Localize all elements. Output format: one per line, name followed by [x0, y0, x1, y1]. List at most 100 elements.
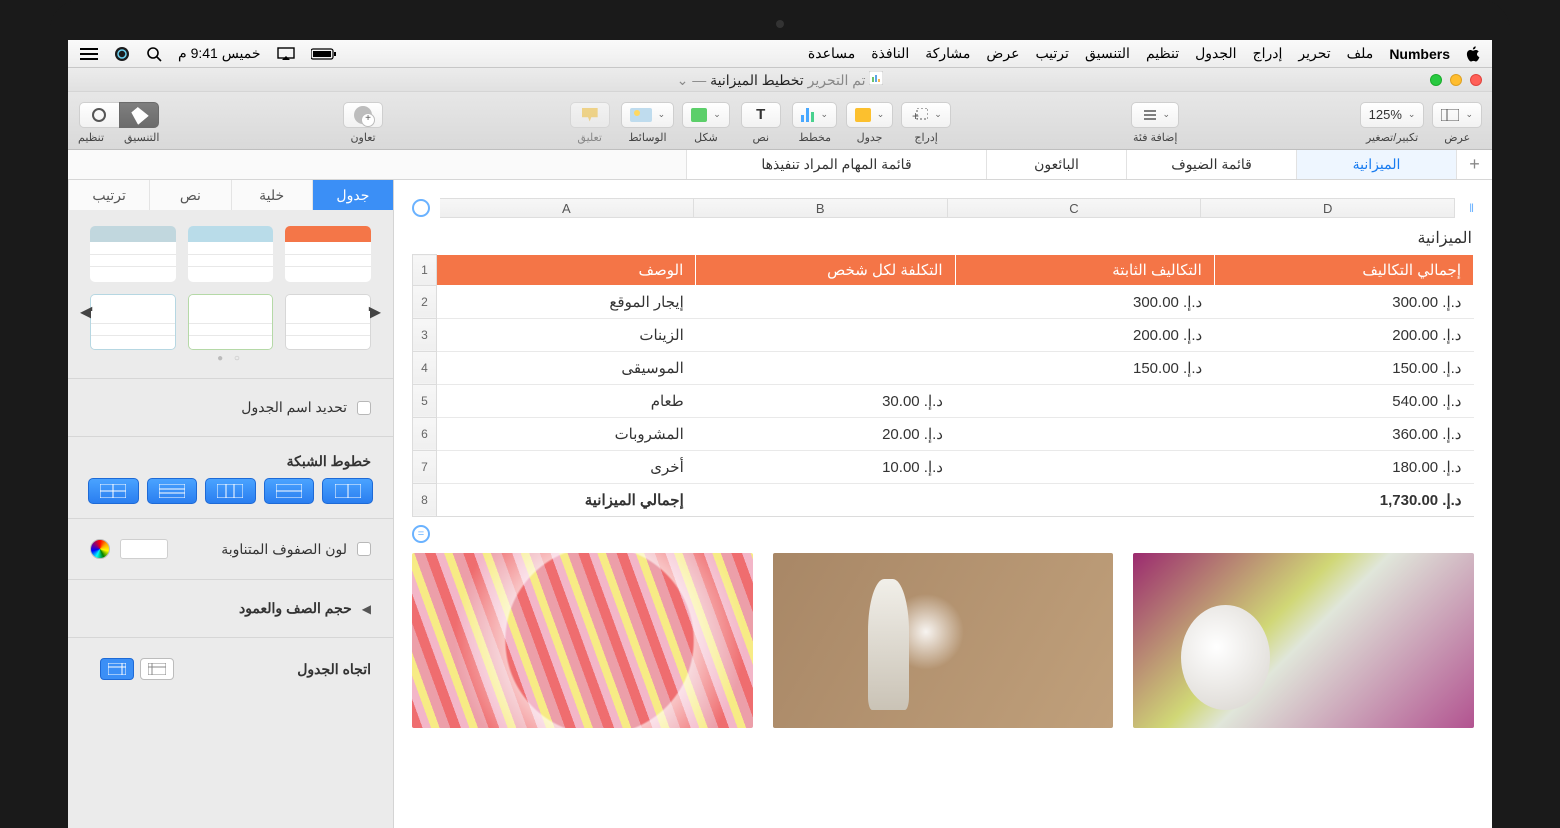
row-number[interactable]: 5 — [413, 384, 437, 417]
cell[interactable] — [696, 285, 955, 318]
menu-arrange[interactable]: ترتيب — [1035, 45, 1069, 62]
menu-share[interactable]: مشاركة — [925, 45, 970, 62]
menu-edit[interactable]: تحرير — [1298, 45, 1330, 62]
cell[interactable]: د.إ.‏ 300.00 — [955, 285, 1214, 318]
image-placeholder[interactable] — [412, 553, 753, 728]
sheet-tab[interactable]: قائمة المهام المراد تنفيذها — [686, 150, 986, 179]
add-column-handle[interactable]: ‖ — [1469, 201, 1474, 215]
table-style-swatch[interactable] — [285, 226, 371, 282]
sheet-tab[interactable]: البائعون — [986, 150, 1126, 179]
row-number[interactable]: 1 — [413, 255, 437, 286]
sheet-tab-active[interactable]: الميزانية — [1296, 150, 1456, 179]
cell[interactable]: د.إ.‏ 150.00 — [955, 351, 1214, 384]
sidebar-menu-icon[interactable] — [80, 48, 98, 60]
menu-window[interactable]: النافذة — [871, 45, 909, 62]
spotlight-icon[interactable] — [146, 46, 162, 62]
image-placeholder[interactable] — [773, 553, 1114, 728]
siri-icon[interactable] — [114, 46, 130, 62]
cell[interactable]: د.إ.‏ 540.00 — [1214, 384, 1473, 417]
table-style-swatch[interactable] — [285, 294, 371, 350]
minimize-button[interactable] — [1450, 74, 1462, 86]
col-header[interactable]: إجمالي التكاليف — [1214, 255, 1473, 286]
gridlines-seg[interactable] — [264, 478, 315, 504]
sheet-tab[interactable]: قائمة الضيوف — [1126, 150, 1296, 179]
battery-icon[interactable] — [311, 48, 337, 60]
gridlines-seg[interactable] — [88, 478, 139, 504]
comment-button[interactable] — [570, 102, 610, 128]
cell[interactable] — [955, 450, 1214, 483]
inspector-tab-arrange[interactable]: ترتيب — [68, 180, 149, 210]
airplay-icon[interactable] — [277, 47, 295, 61]
collab-button[interactable] — [343, 102, 383, 128]
apple-logo-icon[interactable] — [1466, 46, 1480, 62]
text-button[interactable]: T — [741, 102, 781, 128]
cell[interactable]: الزينات — [437, 318, 696, 351]
table-style-swatch[interactable] — [90, 294, 176, 350]
alt-row-color-checkbox[interactable] — [357, 542, 371, 556]
zoom-button[interactable]: 125%⌄ — [1360, 102, 1425, 128]
menu-insert[interactable]: إدراج — [1253, 45, 1283, 62]
canvas[interactable]: A B C D ‖ الميزانية 1 الوصف التكلفة لكل … — [394, 180, 1492, 828]
cell[interactable] — [696, 483, 955, 516]
menu-format[interactable]: التنسيق — [1085, 45, 1130, 62]
cell[interactable]: المشروبات — [437, 417, 696, 450]
menu-help[interactable]: مساعدة — [808, 45, 855, 62]
shape-button[interactable]: ⌄ — [682, 102, 730, 128]
cell[interactable] — [696, 351, 955, 384]
menu-file[interactable]: ملف — [1347, 45, 1374, 62]
cell[interactable]: د.إ.‏ 30.00 — [696, 384, 955, 417]
budget-table[interactable]: 1 الوصف التكلفة لكل شخص التكاليف الثابتة… — [412, 254, 1474, 517]
column-header[interactable]: B — [694, 198, 948, 218]
table-style-swatch[interactable] — [90, 226, 176, 282]
add-sheet-button[interactable]: + — [1456, 150, 1492, 179]
table-style-swatch[interactable] — [188, 294, 274, 350]
maximize-button[interactable] — [1430, 74, 1442, 86]
app-name[interactable]: Numbers — [1389, 46, 1450, 62]
row-number[interactable]: 3 — [413, 318, 437, 351]
row-number[interactable]: 7 — [413, 450, 437, 483]
cell[interactable]: الموسيقى — [437, 351, 696, 384]
col-header[interactable]: الوصف — [437, 255, 696, 286]
col-header[interactable]: التكلفة لكل شخص — [696, 255, 955, 286]
row-number[interactable]: 6 — [413, 417, 437, 450]
menu-table[interactable]: الجدول — [1195, 45, 1236, 62]
menu-view[interactable]: عرض — [986, 45, 1019, 62]
alt-row-color-well[interactable] — [120, 539, 168, 559]
table-origin-handle[interactable] — [412, 199, 430, 217]
cell[interactable] — [955, 384, 1214, 417]
column-header[interactable]: A — [440, 198, 694, 218]
inspector-tab-cell[interactable]: خلية — [231, 180, 312, 210]
close-button[interactable] — [1470, 74, 1482, 86]
gridlines-seg[interactable] — [205, 478, 256, 504]
cell[interactable]: د.إ.‏ 10.00 — [696, 450, 955, 483]
gridlines-seg[interactable] — [147, 478, 198, 504]
view-button[interactable]: ⌄ — [1432, 102, 1482, 128]
cell[interactable]: د.إ.‏ 200.00 — [1214, 318, 1473, 351]
col-header[interactable]: التكاليف الثابتة — [955, 255, 1214, 286]
inspector-tab-text[interactable]: نص — [149, 180, 230, 210]
table-style-swatch[interactable] — [188, 226, 274, 282]
image-placeholder[interactable] — [1133, 553, 1474, 728]
column-header[interactable]: C — [948, 198, 1202, 218]
cell[interactable]: د.إ.‏ 150.00 — [1214, 351, 1473, 384]
row-number[interactable]: 8 — [413, 483, 437, 516]
chart-button[interactable]: ⌄ — [792, 102, 837, 128]
cell[interactable] — [696, 318, 955, 351]
cell[interactable]: د.إ.‏ 300.00 — [1214, 285, 1473, 318]
cell[interactable]: د.إ.‏ 180.00 — [1214, 450, 1473, 483]
styles-next-icon[interactable]: ▶ — [369, 302, 381, 322]
table-title[interactable]: الميزانية — [412, 228, 1474, 248]
organize-button[interactable] — [79, 102, 119, 128]
alt-row-color-picker[interactable] — [90, 539, 110, 559]
row-number[interactable]: 2 — [413, 285, 437, 318]
addcategory-button[interactable]: ⌄ — [1131, 102, 1179, 128]
format-button[interactable] — [119, 102, 159, 128]
table-dir-rtl[interactable] — [100, 658, 134, 680]
inspector-tab-table[interactable]: جدول — [312, 180, 393, 210]
media-button[interactable]: ⌄ — [621, 102, 675, 128]
cell[interactable]: إيجار الموقع — [437, 285, 696, 318]
cell[interactable] — [955, 417, 1214, 450]
gridlines-seg[interactable] — [322, 478, 373, 504]
column-header[interactable]: D — [1201, 198, 1455, 218]
cell[interactable]: د.إ.‏ 1,730.00 — [1214, 483, 1473, 516]
